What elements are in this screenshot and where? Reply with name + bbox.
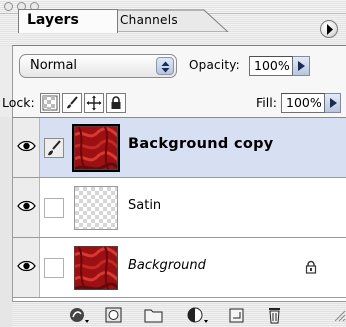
fill-value: 100%: [286, 95, 322, 110]
adjustment-layer-icon[interactable]: [186, 306, 210, 324]
blend-mode-select[interactable]: Normal: [19, 54, 177, 78]
close-window-button[interactable]: [4, 2, 13, 11]
lock-all-button[interactable]: [106, 93, 126, 113]
opacity-slider-button[interactable]: [293, 56, 310, 76]
fill-slider-button[interactable]: [325, 93, 341, 113]
transparent-thumbnail: [75, 187, 117, 229]
new-group-icon[interactable]: [144, 306, 164, 324]
link-box: [44, 258, 64, 278]
resize-grip-icon[interactable]: [334, 310, 346, 322]
layer-row-satin[interactable]: Satin: [13, 178, 346, 238]
layers-bottom-bar: [12, 301, 346, 327]
opacity-value: 100%: [254, 58, 290, 73]
layer-mask-icon[interactable]: [105, 306, 123, 324]
move-icon: [86, 95, 102, 111]
padlock-icon: [305, 260, 317, 274]
layer-thumbnail[interactable]: [74, 246, 118, 290]
opacity-input[interactable]: 100%: [249, 56, 293, 76]
visibility-toggle[interactable]: [13, 178, 40, 237]
slider-arrow-icon: [330, 98, 337, 108]
panel-left-edge: [0, 117, 12, 327]
link-box: [44, 198, 64, 218]
layers-list[interactable]: Background copy Satin Background: [12, 117, 346, 301]
fill-label: Fill:: [256, 95, 277, 110]
panel-menu-button[interactable]: [320, 20, 338, 38]
slider-arrow-icon: [298, 61, 305, 71]
red-texture-thumbnail: [75, 127, 117, 169]
visibility-toggle[interactable]: [13, 118, 40, 177]
brush-icon: [48, 140, 61, 156]
layer-name[interactable]: Background: [128, 258, 206, 273]
lock-transparent-pixels-button[interactable]: [40, 93, 60, 113]
layer-style-icon[interactable]: [68, 306, 90, 324]
new-layer-icon[interactable]: [228, 306, 246, 324]
layer-link-cell[interactable]: [41, 238, 69, 297]
layer-name[interactable]: Satin: [128, 198, 161, 213]
layer-name[interactable]: Background copy: [128, 136, 274, 152]
eye-icon: [17, 140, 36, 152]
checkerboard-icon: [42, 95, 58, 111]
layer-thumbnail[interactable]: [72, 124, 120, 172]
tab-channels[interactable]: Channels: [112, 9, 230, 32]
opacity-label: Opacity:: [189, 58, 240, 72]
tab-layers[interactable]: Layers: [18, 9, 118, 33]
eye-icon: [17, 260, 36, 272]
fill-input[interactable]: 100%: [281, 93, 325, 113]
select-arrows-icon: [156, 57, 174, 75]
tab-layers-label: Layers: [27, 12, 79, 28]
layer-link-cell[interactable]: [41, 118, 69, 177]
red-texture-thumbnail: [75, 247, 117, 289]
layer-link-cell[interactable]: [41, 178, 69, 237]
layer-row-background[interactable]: Background: [13, 238, 346, 298]
trash-icon[interactable]: [266, 306, 284, 326]
layer-thumbnail[interactable]: [74, 186, 118, 230]
lock-position-button[interactable]: [84, 93, 104, 113]
brush-indicator: [44, 138, 64, 158]
tab-channels-label: Channels: [120, 13, 178, 27]
padlock-icon: [111, 96, 121, 109]
visibility-toggle[interactable]: [13, 238, 40, 297]
blend-mode-value: Normal: [30, 58, 78, 73]
lock-label: Lock:: [2, 95, 35, 110]
panel-menu-arrow-icon: [327, 24, 333, 35]
eye-icon: [17, 200, 36, 212]
layer-row-background-copy[interactable]: Background copy: [13, 118, 346, 178]
lock-image-pixels-button[interactable]: [62, 93, 82, 113]
brush-icon: [67, 96, 78, 109]
